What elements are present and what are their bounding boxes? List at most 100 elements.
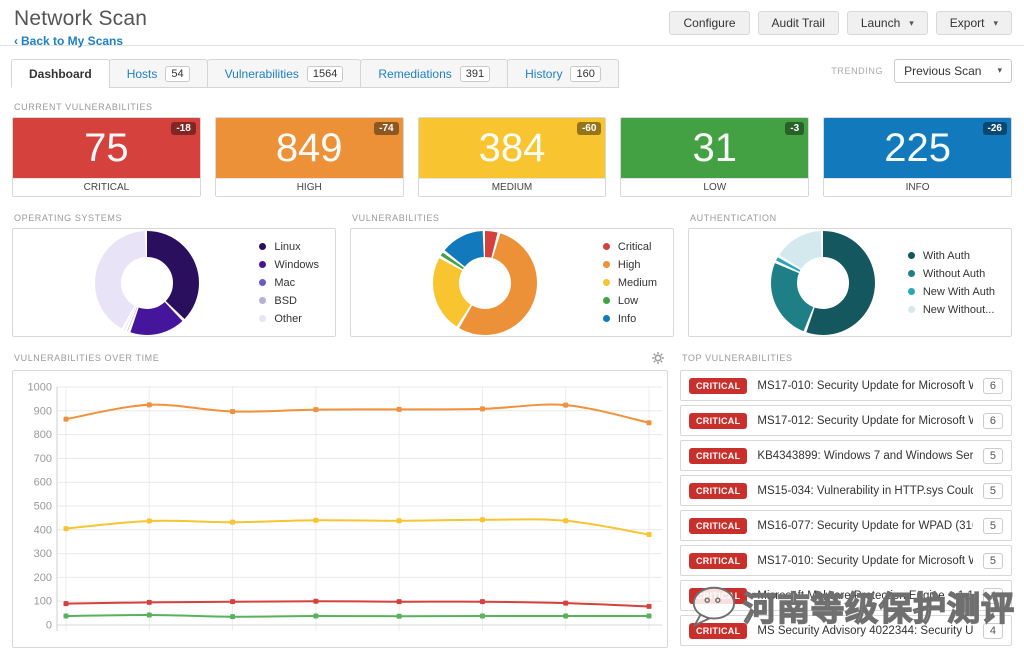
data-point-medium[interactable] [230, 519, 236, 525]
configure-button[interactable]: Configure [669, 11, 750, 35]
trending-select-value: Previous Scan [904, 63, 982, 78]
legend-item[interactable]: New Without... [907, 304, 995, 316]
vulnerability-count-badge[interactable]: 5 [982, 552, 1003, 569]
data-point-low[interactable] [479, 613, 485, 619]
tab-hosts[interactable]: Hosts 54 [108, 59, 208, 88]
legend-item[interactable]: Without Auth [907, 268, 995, 280]
y-tick-label: 700 [34, 453, 52, 465]
data-point-medium[interactable] [646, 532, 652, 538]
legend-item[interactable]: Linux [259, 241, 319, 253]
data-point-low[interactable] [396, 613, 402, 619]
data-point-critical[interactable] [396, 599, 402, 605]
legend-item[interactable]: New With Auth [907, 286, 995, 298]
data-point-medium[interactable] [563, 518, 569, 524]
legend-label: BSD [274, 294, 297, 307]
data-point-high[interactable] [479, 406, 485, 412]
data-point-high[interactable] [63, 416, 69, 422]
data-point-critical[interactable] [146, 599, 152, 605]
data-point-low[interactable] [646, 613, 652, 619]
tab-label: Dashboard [29, 66, 92, 81]
legend-item[interactable]: Critical [602, 241, 657, 253]
section-label: OPERATING SYSTEMS [14, 213, 123, 223]
vulnerability-row[interactable]: CRITICAL MS17-012: Security Update for M… [680, 405, 1012, 436]
legend-label: Info [617, 312, 637, 325]
data-point-medium[interactable] [63, 526, 69, 532]
y-tick-label: 100 [34, 596, 52, 608]
legend-item[interactable]: Other [259, 313, 319, 325]
vulnerability-count-badge[interactable]: 4 [982, 622, 1003, 639]
data-point-critical[interactable] [563, 600, 569, 606]
vulnerability-row[interactable]: CRITICAL MS16-077: Security Update for W… [680, 510, 1012, 541]
severity-badge: CRITICAL [689, 482, 748, 499]
vulnerability-count-badge[interactable]: 4 [982, 587, 1003, 604]
vulnerability-title: MS15-034: Vulnerability in HTTP.sys Coul… [757, 484, 972, 497]
legend-item[interactable]: High [602, 259, 657, 271]
tab-label: History [525, 66, 563, 81]
data-point-critical[interactable] [479, 599, 485, 605]
legend-label: Windows [274, 258, 319, 271]
tab-dashboard[interactable]: Dashboard [11, 59, 110, 88]
data-point-critical[interactable] [313, 598, 319, 604]
tab-remediations[interactable]: Remediations 391 [360, 59, 509, 88]
tab-history[interactable]: History 160 [507, 59, 619, 88]
vulnerability-row[interactable]: CRITICAL MS17-010: Security Update for M… [680, 370, 1012, 401]
data-point-low[interactable] [63, 613, 69, 619]
gear-icon[interactable] [651, 351, 665, 365]
data-point-critical[interactable] [63, 601, 69, 607]
data-point-high[interactable] [563, 402, 569, 408]
data-point-high[interactable] [646, 420, 652, 426]
legend-item[interactable]: BSD [259, 295, 319, 307]
back-to-my-scans-link[interactable]: ‹ Back to My Scans [14, 34, 147, 48]
legend-item[interactable]: Windows [259, 259, 319, 271]
launch-button[interactable]: Launch ▾ [846, 11, 928, 35]
export-button[interactable]: Export ▾ [935, 11, 1012, 35]
legend-item[interactable]: Info [602, 312, 657, 325]
vulnerability-row[interactable]: CRITICAL MS Security Advisory 4022344: S… [680, 615, 1012, 646]
legend-label: Mac [274, 276, 296, 289]
data-point-low[interactable] [313, 613, 319, 619]
dashboard-content: CURRENT VULNERABILITIES 75 -18 CRITICAL … [0, 102, 1024, 648]
tab-bar: Dashboard Hosts 54 Vulnerabilities 1564 … [11, 59, 619, 88]
chevron-down-icon: ▾ [993, 17, 998, 28]
tab-vulnerabilities[interactable]: Vulnerabilities 1564 [206, 59, 362, 88]
data-point-medium[interactable] [313, 517, 319, 523]
vulnerability-row[interactable]: CRITICAL MS17-010: Security Update for M… [680, 545, 1012, 576]
vulnerability-title: MS17-010: Security Update for Microsoft … [757, 379, 972, 392]
vulnerability-row[interactable]: CRITICAL MS15-034: Vulnerability in HTTP… [680, 475, 1012, 506]
data-point-high[interactable] [230, 409, 236, 415]
data-point-medium[interactable] [396, 518, 402, 524]
legend-item[interactable]: Low [602, 295, 657, 307]
severity-count: 225 [884, 125, 951, 170]
trending-select[interactable]: Previous Scan ▾ [894, 58, 1012, 83]
data-point-medium[interactable] [479, 517, 485, 523]
vulnerability-count-badge[interactable]: 5 [982, 447, 1003, 464]
data-point-medium[interactable] [146, 518, 152, 524]
card-info[interactable]: 225 -26 INFO [823, 117, 1012, 197]
data-point-critical[interactable] [646, 603, 652, 609]
data-point-high[interactable] [313, 407, 319, 413]
vulnerability-count-badge[interactable]: 5 [982, 482, 1003, 499]
audit-trail-button[interactable]: Audit Trail [757, 11, 839, 35]
vulnerability-row[interactable]: CRITICAL Microsoft Malware Protection En… [680, 580, 1012, 611]
vulnerability-row[interactable]: CRITICAL KB4343899: Windows 7 and Window… [680, 440, 1012, 471]
data-point-high[interactable] [396, 406, 402, 412]
legend-item[interactable]: Medium [602, 277, 657, 289]
vulnerability-count-badge[interactable]: 6 [982, 412, 1003, 429]
donut-panel: Critical High Medium Low Info [350, 228, 674, 337]
data-point-low[interactable] [146, 612, 152, 618]
severity-card-top: 31 -3 [621, 118, 809, 178]
legend-item[interactable]: Mac [259, 277, 319, 289]
vulnerability-count-badge[interactable]: 5 [982, 517, 1003, 534]
data-point-low[interactable] [230, 614, 236, 620]
back-link-label: Back to My Scans [21, 34, 124, 48]
legend-item[interactable]: With Auth [907, 250, 995, 262]
card-critical[interactable]: 75 -18 CRITICAL [12, 117, 201, 197]
data-point-critical[interactable] [230, 599, 236, 605]
card-high[interactable]: 849 -74 HIGH [214, 117, 404, 197]
card-low[interactable]: 31 -3 LOW [620, 117, 810, 197]
data-point-low[interactable] [563, 613, 569, 619]
data-point-high[interactable] [146, 402, 152, 408]
card-medium[interactable]: 384 -60 MEDIUM [417, 117, 607, 197]
vulnerability-count-badge[interactable]: 6 [982, 377, 1003, 394]
severity-badge: CRITICAL [689, 587, 748, 604]
